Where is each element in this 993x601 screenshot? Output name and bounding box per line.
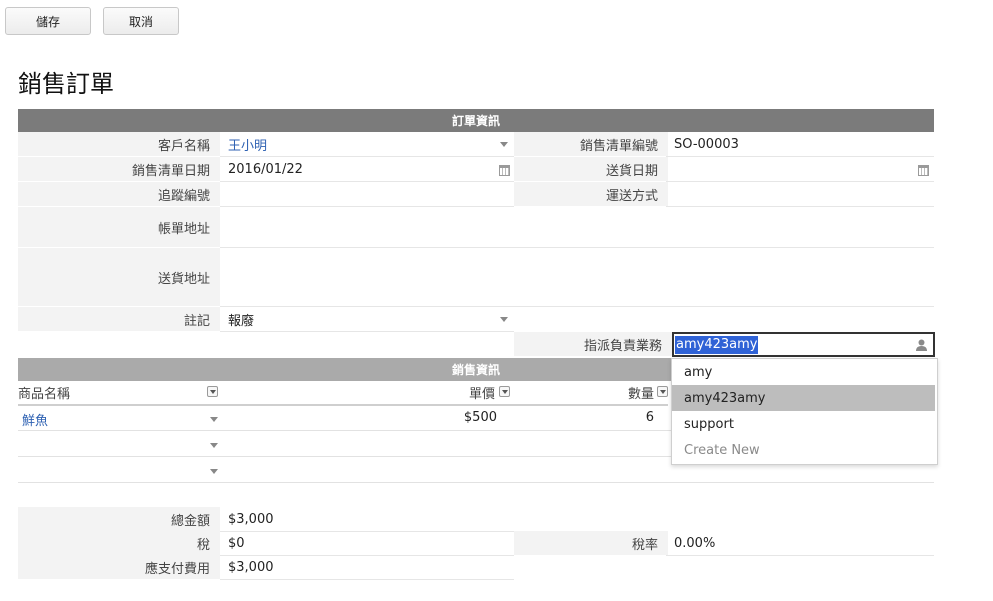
chevron-down-icon[interactable] xyxy=(210,469,218,474)
shipping-address-field[interactable] xyxy=(220,248,934,307)
column-filter-icon[interactable] xyxy=(657,386,668,397)
order-date-value: 2016/01/22 xyxy=(228,161,303,177)
payable-value: $3,000 xyxy=(228,559,274,575)
sales-order-no-field[interactable]: SO-00003 xyxy=(666,132,934,157)
sales-order-no-value: SO-00003 xyxy=(674,136,739,152)
column-filter-icon[interactable] xyxy=(499,386,510,397)
tax-rate-field[interactable]: 0.00% xyxy=(666,531,934,556)
cancel-button[interactable]: 取消 xyxy=(103,7,179,35)
page-title: 銷售訂單 xyxy=(18,70,114,98)
remark-label: 註記 xyxy=(18,307,220,332)
remark-value: 報廢 xyxy=(228,313,255,329)
dropdown-option-support[interactable]: support xyxy=(672,411,935,437)
chevron-down-icon[interactable] xyxy=(500,317,508,322)
tracking-no-field[interactable] xyxy=(220,182,514,207)
customer-name-field[interactable]: 王小明 xyxy=(220,132,514,157)
order-date-label: 銷售清單日期 xyxy=(18,157,220,182)
dropdown-option-create-new[interactable]: Create New xyxy=(672,437,935,463)
column-header-quantity[interactable]: 數量 xyxy=(560,380,654,404)
billing-address-field[interactable] xyxy=(220,207,934,248)
payable-label: 應支付費用 xyxy=(18,555,220,580)
column-header-product[interactable]: 商品名稱 xyxy=(18,380,70,404)
dropdown-option-amy423amy[interactable]: amy423amy xyxy=(672,385,935,411)
payable-field: $3,000 xyxy=(220,555,514,580)
tax-field[interactable]: $0 xyxy=(220,531,514,556)
order-info-header: 訂單資訊 xyxy=(18,109,934,132)
ship-date-label: 送貨日期 xyxy=(514,157,668,182)
ship-date-field[interactable] xyxy=(666,157,934,182)
save-button[interactable]: 儲存 xyxy=(5,7,91,35)
tax-rate-value: 0.00% xyxy=(674,535,716,551)
calendar-icon[interactable] xyxy=(499,165,510,176)
chevron-down-icon[interactable] xyxy=(210,417,218,422)
billing-address-label: 帳單地址 xyxy=(18,207,220,248)
tax-label: 稅 xyxy=(18,531,220,556)
chevron-down-icon[interactable] xyxy=(500,142,508,147)
customer-name-value[interactable]: 王小明 xyxy=(228,135,267,154)
calendar-icon[interactable] xyxy=(918,165,929,176)
assigned-sales-dropdown: amy amy423amy support Create New xyxy=(671,358,938,465)
assigned-sales-input[interactable]: amy423amy xyxy=(672,332,935,357)
quantity-cell[interactable]: 6 xyxy=(558,410,654,425)
tracking-no-label: 追蹤編號 xyxy=(18,182,220,207)
shipping-address-label: 送貨地址 xyxy=(18,248,220,307)
user-icon[interactable] xyxy=(916,339,927,351)
tax-value: $0 xyxy=(228,535,245,551)
product-cell[interactable]: 鮮魚 xyxy=(22,410,48,429)
assigned-sales-label: 指派負責業務 xyxy=(514,332,672,357)
shipping-method-label: 運送方式 xyxy=(514,182,668,207)
remark-select[interactable]: 報廢 xyxy=(220,307,514,332)
total-field: $3,000 xyxy=(220,507,514,532)
column-header-unit-price[interactable]: 單價 xyxy=(400,380,495,404)
dropdown-option-amy[interactable]: amy xyxy=(672,359,935,385)
order-date-field[interactable]: 2016/01/22 xyxy=(220,157,514,182)
shipping-method-field[interactable] xyxy=(666,182,934,207)
chevron-down-icon[interactable] xyxy=(210,443,218,448)
tax-rate-label: 稅率 xyxy=(514,531,668,556)
customer-name-label: 客戶名稱 xyxy=(18,132,220,157)
column-filter-icon[interactable] xyxy=(207,386,218,397)
assigned-sales-value[interactable]: amy423amy xyxy=(675,336,759,354)
unit-price-cell[interactable]: $500 xyxy=(398,410,497,425)
total-value: $3,000 xyxy=(228,511,274,527)
sales-order-no-label: 銷售清單編號 xyxy=(514,132,668,157)
total-label: 總金額 xyxy=(18,507,220,532)
